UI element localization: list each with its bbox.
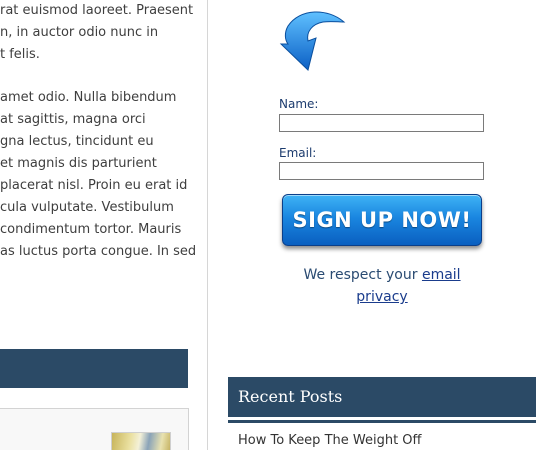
paragraph-line: gna lectus, tincidunt eu <box>0 134 154 149</box>
privacy-text: We respect your <box>303 267 418 283</box>
post-thumbnail[interactable] <box>111 432 171 450</box>
recent-posts-title: Recent Posts <box>238 387 343 406</box>
email-label: Email: <box>279 146 317 160</box>
article-paragraph: rat euismod laoreet. Praesent n, in auct… <box>0 0 195 66</box>
paragraph-line: cula vulputate. Vestibulum <box>0 200 174 215</box>
name-label: Name: <box>279 97 319 111</box>
privacy-notice: We respect your email privacy <box>282 264 482 308</box>
sign-up-button[interactable]: SIGN UP NOW! <box>282 194 482 246</box>
name-input[interactable] <box>279 114 484 132</box>
paragraph-line: at sagittis, magna orci <box>0 112 146 127</box>
column-divider <box>207 0 208 450</box>
paragraph-line: t felis. <box>0 47 40 62</box>
paragraph-line: placerat nisl. Proin eu erat id <box>0 178 188 193</box>
curved-arrow-down-icon <box>279 11 346 71</box>
article-paragraph: amet odio. Nulla bibendum at sagittis, m… <box>0 87 197 263</box>
paragraph-line: as luctus porta congue. In sed <box>0 244 197 259</box>
post-preview-box <box>0 408 189 450</box>
paragraph-line: n, in auctor odio nunc in <box>0 25 159 40</box>
paragraph-line: condimentum tortor. Mauris <box>0 222 182 237</box>
section-header-bar <box>0 349 188 388</box>
paragraph-line: amet odio. Nulla bibendum <box>0 90 177 105</box>
paragraph-line: rat euismod laoreet. Praesent <box>0 3 194 18</box>
main-content-column: rat euismod laoreet. Praesent n, in auct… <box>0 0 207 450</box>
recent-posts-header: Recent Posts <box>228 377 536 420</box>
email-input[interactable] <box>279 162 484 180</box>
recent-post-link[interactable]: How To Keep The Weight Off <box>238 433 422 448</box>
paragraph-line: et magnis dis parturient <box>0 156 157 171</box>
